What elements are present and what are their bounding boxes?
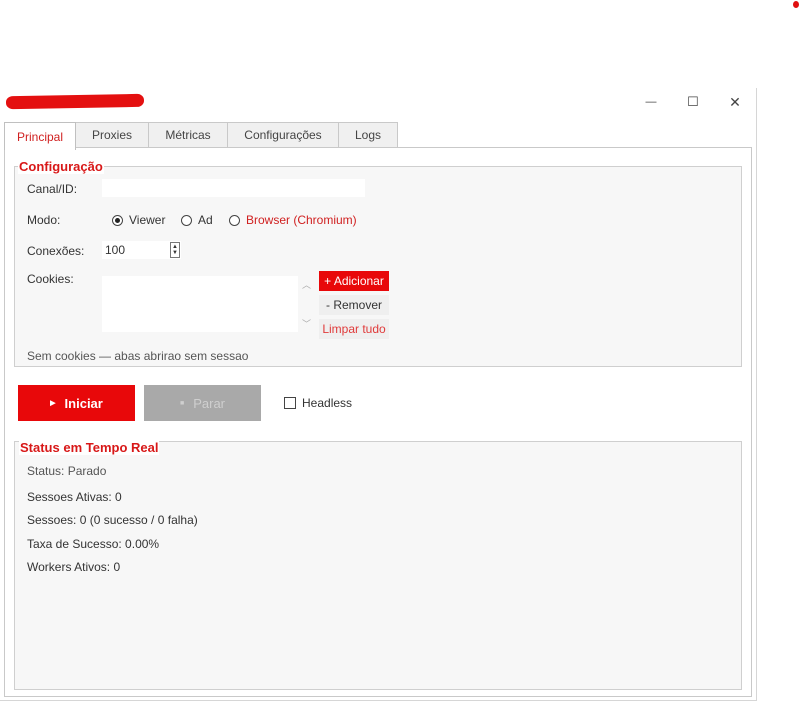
mode-viewer-option[interactable]: Viewer (112, 213, 165, 227)
cookies-scrollbar[interactable]: ︿ ﹀ (298, 276, 315, 332)
tab-configuracoes[interactable]: Configurações (227, 122, 339, 147)
headless-checkbox[interactable] (284, 397, 296, 409)
status-line-state: Status: Parado (27, 464, 107, 478)
stop-button[interactable]: ■ Parar (144, 385, 261, 421)
mode-viewer-label: Viewer (129, 213, 166, 227)
mode-browser-label: Browser (Chromium) (246, 213, 357, 227)
close-icon: ✕ (729, 93, 741, 110)
remove-cookie-button[interactable]: - Remover (319, 295, 389, 315)
minimize-icon: — (645, 96, 657, 108)
radio-browser[interactable] (229, 214, 240, 226)
tab-logs[interactable]: Logs (338, 122, 398, 147)
radio-ad[interactable] (181, 214, 192, 226)
conexoes-value: 100 (105, 243, 126, 257)
maximize-icon: ☐ (687, 94, 699, 109)
mode-ad-label: Ad (198, 213, 213, 227)
mode-browser-option[interactable]: Browser (Chromium) (229, 213, 357, 227)
conexoes-spinner[interactable]: 100 ▲ ▼ (102, 241, 181, 259)
scroll-up-icon[interactable]: ︿ (302, 278, 311, 291)
status-line-workers: Workers Ativos: 0 (27, 560, 121, 574)
red-dot-mark (793, 1, 799, 8)
stop-icon: ■ (179, 399, 185, 407)
status-line-sessions: Sessoes: 0 (0 sucesso / 0 falha) (27, 513, 198, 527)
cookies-note: Sem cookies — abas abrirao sem sessao (27, 349, 249, 363)
tab-label: Métricas (165, 128, 211, 142)
headless-option[interactable]: Headless (284, 396, 352, 410)
redacted-title (5, 93, 145, 110)
start-button[interactable]: ▶ Iniciar (18, 385, 135, 421)
tab-label: Logs (354, 128, 382, 142)
headless-label: Headless (302, 396, 353, 410)
tab-bar: Principal Proxies Métricas Configurações… (4, 122, 398, 150)
status-line-active-sessions: Sessoes Ativas: 0 (27, 490, 122, 504)
add-cookie-button[interactable]: + Adicionar (319, 271, 389, 291)
canal-label: Canal/ID: (27, 182, 78, 196)
mode-ad-option[interactable]: Ad (181, 213, 213, 227)
scroll-down-icon[interactable]: ﹀ (302, 317, 311, 330)
modo-label: Modo: (27, 213, 61, 227)
close-button[interactable]: ✕ (723, 92, 747, 112)
cookies-textarea[interactable] (102, 276, 298, 332)
tab-metricas[interactable]: Métricas (148, 122, 228, 147)
cookies-label: Cookies: (27, 272, 74, 286)
stop-label: Parar (193, 395, 226, 411)
tab-proxies[interactable]: Proxies (75, 122, 149, 147)
spinner-arrows-icon[interactable]: ▲ ▼ (170, 242, 180, 258)
canal-input[interactable] (102, 179, 365, 197)
conexoes-label: Conexões: (27, 244, 85, 258)
play-icon: ▶ (50, 400, 56, 407)
tab-principal[interactable]: Principal (4, 122, 76, 150)
radio-viewer[interactable] (112, 214, 123, 226)
minimize-button[interactable]: — (639, 92, 663, 112)
config-group-title: Configuração (18, 159, 104, 174)
start-label: Iniciar (64, 395, 103, 411)
status-group-title: Status em Tempo Real (19, 440, 160, 455)
tab-label: Proxies (91, 128, 132, 142)
tab-label: Principal (16, 129, 64, 144)
status-group (14, 441, 742, 690)
maximize-button[interactable]: ☐ (681, 92, 705, 112)
tab-label: Configurações (244, 128, 322, 142)
clear-cookies-button[interactable]: Limpar tudo (319, 319, 389, 339)
status-line-success-rate: Taxa de Sucesso: 0.00% (27, 537, 160, 551)
